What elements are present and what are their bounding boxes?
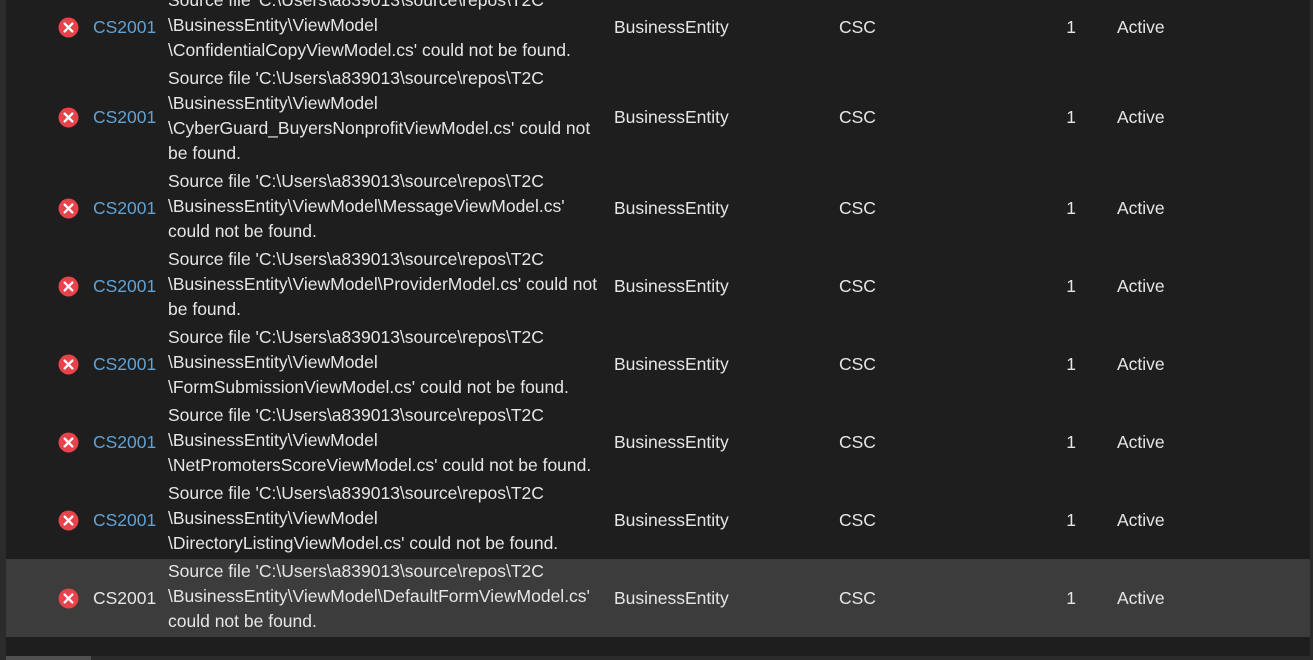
- error-code-link[interactable]: CS2001: [93, 403, 156, 481]
- error-tool: CSC: [839, 431, 876, 452]
- error-tool: CSC: [839, 197, 876, 218]
- error-row[interactable]: CS2001 Source file 'C:\Users\a839013\sou…: [6, 66, 1310, 169]
- error-suppression-state: Active: [1117, 431, 1165, 452]
- error-icon: [56, 0, 80, 66]
- error-row[interactable]: CS2001 Source file 'C:\Users\a839013\sou…: [6, 481, 1310, 559]
- error-row[interactable]: CS2001 Source file 'C:\Users\a839013\sou…: [6, 403, 1310, 481]
- error-suppression-state: Active: [1117, 353, 1165, 374]
- error-suppression-state: Active: [1117, 197, 1165, 218]
- error-project: BusinessEntity: [614, 197, 729, 218]
- error-code-link[interactable]: CS2001: [93, 325, 156, 403]
- error-row[interactable]: CS2001 Source file 'C:\Users\a839013\sou…: [6, 169, 1310, 247]
- error-code-link[interactable]: CS2001: [93, 247, 156, 325]
- error-icon: [56, 325, 80, 403]
- error-description: Source file 'C:\Users\a839013\source\rep…: [168, 66, 616, 169]
- error-row[interactable]: CS2001 Source file 'C:\Users\a839013\sou…: [6, 559, 1310, 637]
- error-tool: CSC: [839, 107, 876, 127]
- error-description-line: Source file 'C:\Users\a839013\source\rep…: [168, 561, 544, 581]
- error-description-line: be found.: [168, 299, 241, 319]
- error-description-line: \BusinessEntity\ViewModel: [168, 93, 378, 113]
- error-description-line: \CyberGuard_BuyersNonprofitViewModel.cs'…: [168, 118, 591, 138]
- error-description-line: \BusinessEntity\ViewModel: [168, 430, 378, 450]
- error-description: Source file 'C:\Users\a839013\source\rep…: [168, 559, 616, 637]
- error-project: BusinessEntity: [614, 107, 729, 127]
- error-list-rows: CS2001 Source file 'C:\Users\a839013\sou…: [6, 0, 1310, 637]
- error-line: 1: [1066, 587, 1076, 608]
- error-project: BusinessEntity: [614, 275, 729, 296]
- error-code-link[interactable]: CS2001: [93, 0, 156, 66]
- error-line: 1: [1066, 509, 1076, 530]
- error-list-panel: CS2001 Source file 'C:\Users\a839013\sou…: [0, 0, 1313, 660]
- error-description-line: \BusinessEntity\ViewModel: [168, 508, 378, 528]
- error-tool: CSC: [839, 275, 876, 296]
- error-description: Source file 'C:\Users\a839013\source\rep…: [168, 325, 616, 403]
- error-suppression-state: Active: [1117, 587, 1165, 608]
- error-suppression-state: Active: [1117, 107, 1165, 127]
- error-project: BusinessEntity: [614, 431, 729, 452]
- error-description-line: \BusinessEntity\ViewModel\DefaultFormVie…: [168, 586, 590, 606]
- error-description-line: \BusinessEntity\ViewModel: [168, 15, 378, 35]
- error-icon: [56, 66, 80, 169]
- error-icon: [56, 403, 80, 481]
- error-suppression-state: Active: [1117, 275, 1165, 296]
- error-description: Source file 'C:\Users\a839013\source\rep…: [168, 403, 616, 481]
- error-code-link[interactable]: CS2001: [93, 169, 156, 247]
- error-project: BusinessEntity: [614, 353, 729, 374]
- error-description-line: \DirectoryListingViewModel.cs' could not…: [168, 533, 559, 553]
- error-line: 1: [1066, 431, 1076, 452]
- error-description-line: could not be found.: [168, 611, 317, 631]
- error-icon: [56, 247, 80, 325]
- error-line: 1: [1066, 16, 1076, 37]
- error-description: Source file 'C:\Users\a839013\source\rep…: [168, 169, 616, 247]
- error-code-link[interactable]: CS2001: [93, 559, 156, 637]
- error-code-link[interactable]: CS2001: [93, 66, 156, 169]
- error-description-line: Source file 'C:\Users\a839013\source\rep…: [168, 0, 544, 10]
- error-description-line: could not be found.: [168, 221, 317, 241]
- error-tool: CSC: [839, 353, 876, 374]
- error-icon: [56, 169, 80, 247]
- error-description-line: \BusinessEntity\ViewModel\ProviderModel.…: [168, 274, 598, 294]
- error-row[interactable]: CS2001 Source file 'C:\Users\a839013\sou…: [6, 325, 1310, 403]
- error-description: Source file 'C:\Users\a839013\source\rep…: [168, 481, 616, 559]
- error-tool: CSC: [839, 587, 876, 608]
- error-line: 1: [1066, 197, 1076, 218]
- error-description-line: Source file 'C:\Users\a839013\source\rep…: [168, 68, 544, 88]
- error-project: BusinessEntity: [614, 16, 729, 37]
- error-row[interactable]: CS2001 Source file 'C:\Users\a839013\sou…: [6, 0, 1310, 66]
- error-line: 1: [1066, 353, 1076, 374]
- error-row[interactable]: CS2001 Source file 'C:\Users\a839013\sou…: [6, 247, 1310, 325]
- error-description-line: Source file 'C:\Users\a839013\source\rep…: [168, 327, 544, 347]
- error-description-line: Source file 'C:\Users\a839013\source\rep…: [168, 171, 544, 191]
- error-description: Source file 'C:\Users\a839013\source\rep…: [168, 0, 616, 66]
- error-suppression-state: Active: [1117, 16, 1165, 37]
- error-icon: [56, 481, 80, 559]
- error-description-line: \FormSubmissionViewModel.cs' could not b…: [168, 377, 569, 397]
- error-description-line: \BusinessEntity\ViewModel\MessageViewMod…: [168, 196, 565, 216]
- error-project: BusinessEntity: [614, 509, 729, 530]
- error-description-line: be found.: [168, 143, 241, 163]
- error-description-line: Source file 'C:\Users\a839013\source\rep…: [168, 405, 544, 425]
- horizontal-scrollbar[interactable]: [0, 656, 1313, 660]
- error-tool: CSC: [839, 16, 876, 37]
- horizontal-scrollbar-thumb[interactable]: [6, 656, 91, 660]
- error-description: Source file 'C:\Users\a839013\source\rep…: [168, 247, 616, 325]
- error-description-line: \NetPromotersScoreViewModel.cs' could no…: [168, 455, 592, 475]
- error-description-line: Source file 'C:\Users\a839013\source\rep…: [168, 483, 544, 503]
- error-code-link[interactable]: CS2001: [93, 481, 156, 559]
- error-description-line: Source file 'C:\Users\a839013\source\rep…: [168, 249, 544, 269]
- error-line: 1: [1066, 107, 1076, 127]
- error-tool: CSC: [839, 509, 876, 530]
- error-description-line: \ConfidentialCopyViewModel.cs' could not…: [168, 40, 571, 60]
- error-suppression-state: Active: [1117, 509, 1165, 530]
- error-icon: [56, 559, 80, 637]
- error-line: 1: [1066, 275, 1076, 296]
- error-project: BusinessEntity: [614, 587, 729, 608]
- error-description-line: \BusinessEntity\ViewModel: [168, 352, 378, 372]
